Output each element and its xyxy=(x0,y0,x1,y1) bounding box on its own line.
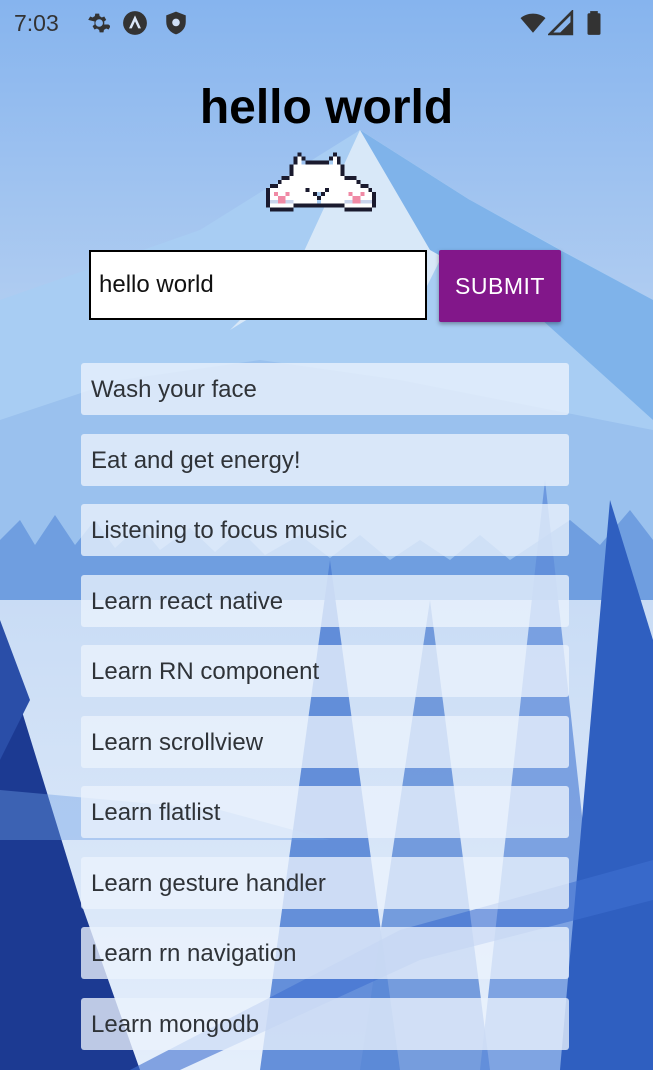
list-item[interactable]: Wash your face xyxy=(81,363,569,415)
list-item[interactable]: Learn scrollview xyxy=(81,715,569,768)
gear-icon xyxy=(88,13,110,33)
list-item[interactable]: Learn rn navigation xyxy=(81,927,569,979)
list-item[interactable]: Learn mongodb xyxy=(81,997,569,1050)
signal-icon xyxy=(548,10,574,36)
list-item[interactable]: Learn gesture handler xyxy=(81,856,569,909)
status-time: 7:03 xyxy=(14,10,59,36)
list-item[interactable]: Learn flatlist xyxy=(81,786,569,838)
wifi-icon xyxy=(520,13,546,33)
todo-input[interactable] xyxy=(89,250,427,320)
a-logo-icon xyxy=(123,11,147,35)
list-item[interactable]: Learn RN component xyxy=(81,645,569,697)
page-title: hello world xyxy=(199,81,454,134)
shield-icon xyxy=(166,11,186,35)
list-item[interactable]: Eat and get energy! xyxy=(81,433,569,486)
submit-button[interactable]: SUBMIT xyxy=(439,250,561,322)
todo-list[interactable]: Wash your face Eat and get energy! Liste… xyxy=(81,363,569,1068)
list-item[interactable]: Learn react native xyxy=(81,574,569,627)
pixel-cat-icon xyxy=(266,152,377,212)
status-bar: 7:03 xyxy=(0,0,653,48)
list-item[interactable]: Listening to focus music xyxy=(81,504,569,556)
battery-icon xyxy=(587,11,601,35)
